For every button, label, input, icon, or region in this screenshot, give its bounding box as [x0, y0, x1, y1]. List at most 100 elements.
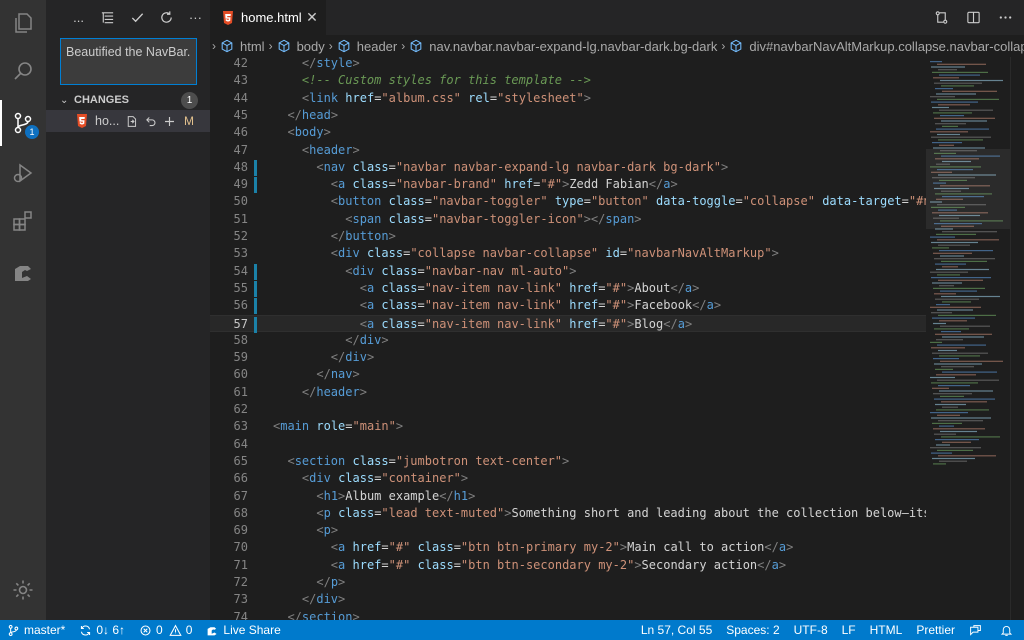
code-line[interactable]: 43 <!-- Custom styles for this template … — [210, 72, 926, 89]
code-line[interactable]: 62 — [210, 401, 926, 418]
problems-indicator[interactable]: 0 0 — [132, 620, 199, 640]
breadcrumb-item[interactable]: nav.navbar.navbar-expand-lg.navbar-dark.… — [409, 39, 717, 54]
element-symbol-icon — [338, 39, 350, 53]
gutter-modified-marker[interactable] — [254, 280, 257, 297]
breadcrumb: › html › body › header › nav.navbar.navbar-expa… — [210, 35, 1024, 57]
code-text: <p class="lead text-muted">Something sho… — [316, 505, 926, 520]
close-tab-icon[interactable]: ✕ — [304, 9, 320, 25]
tab-home-html[interactable]: home.html ✕ — [210, 0, 326, 35]
code-line[interactable]: 61 </header> — [210, 384, 926, 401]
sync-indicator[interactable]: 0↓ 6↑ — [72, 620, 132, 640]
code-line[interactable]: 72 </p> — [210, 574, 926, 591]
view-as-tree-icon[interactable] — [93, 6, 122, 28]
breadcrumb-item[interactable]: header — [337, 39, 397, 54]
editor-tab-bar: home.html ✕ — [210, 0, 1024, 35]
code-line[interactable]: 68 <p class="lead text-muted">Something … — [210, 505, 926, 522]
code-line[interactable]: 45 </head> — [210, 107, 926, 124]
code-line[interactable]: 57 <a class="nav-item nav-link" href="#"… — [210, 314, 926, 333]
more-actions-icon[interactable] — [994, 7, 1016, 29]
code-line[interactable]: 54 <div class="navbar-nav ml-auto"> — [210, 263, 926, 280]
warning-count: 0 — [185, 623, 193, 637]
more-actions-icon[interactable]: ··· — [181, 6, 210, 28]
code-line[interactable]: 48 <nav class="navbar navbar-expand-lg n… — [210, 159, 926, 176]
stage-changes-icon[interactable] — [161, 113, 177, 129]
breadcrumb-item[interactable]: html — [220, 39, 265, 54]
source-control-icon[interactable]: 1 — [0, 100, 46, 146]
line-number: 57 — [233, 316, 248, 331]
live-share-icon[interactable] — [0, 250, 46, 296]
notifications-bell-icon[interactable] — [993, 620, 1024, 640]
encoding[interactable]: UTF-8 — [787, 620, 835, 640]
source-control-panel: ... ··· Beautified the NavBar. ⌄ CHANGES… — [46, 0, 210, 620]
end-of-line[interactable]: LF — [835, 620, 863, 640]
code-editor[interactable]: 42 </style> 43 <!-- Custom styles for thi… — [210, 57, 926, 620]
code-line[interactable]: 44 <link href="album.css" rel="styleshee… — [210, 90, 926, 107]
explorer-icon[interactable] — [0, 0, 46, 46]
language-mode[interactable]: HTML — [863, 620, 910, 640]
code-text: <main role="main"> — [273, 419, 404, 434]
run-debug-icon[interactable] — [0, 150, 46, 196]
commit-message-input[interactable]: Beautified the NavBar. — [60, 38, 197, 85]
breadcrumb-item[interactable]: div#navbarNavAltMarkup.collapse.navbar-c… — [729, 39, 1024, 54]
code-text: <button class="navbar-toggler" type="but… — [330, 194, 926, 209]
code-line[interactable]: 70 <a href="#" class="btn btn-primary my… — [210, 539, 926, 556]
changes-group-header[interactable]: ⌄ CHANGES 1 — [46, 90, 210, 110]
breadcrumb-item[interactable]: body — [277, 39, 325, 54]
code-line[interactable]: 52 </button> — [210, 228, 926, 245]
discard-changes-icon[interactable] — [142, 113, 158, 129]
vertical-scrollbar[interactable] — [1010, 57, 1024, 620]
feedback-icon[interactable] — [962, 620, 993, 640]
live-share-button[interactable]: Live Share — [199, 620, 287, 640]
commit-check-icon[interactable] — [122, 6, 151, 28]
code-line[interactable]: 65 <section class="jumbotron text-center… — [210, 453, 926, 470]
code-line[interactable]: 74 </section> — [210, 609, 926, 620]
code-line[interactable]: 71 <a href="#" class="btn btn-secondary … — [210, 557, 926, 574]
code-line[interactable]: 63 <main role="main"> — [210, 418, 926, 435]
scm-views-more[interactable]: ... — [64, 6, 93, 28]
gutter-modified-marker[interactable] — [254, 177, 257, 194]
code-line[interactable]: 46 <body> — [210, 124, 926, 141]
code-line[interactable]: 67 <h1>Album example</h1> — [210, 488, 926, 505]
code-line[interactable]: 64 — [210, 436, 926, 453]
formatter[interactable]: Prettier — [909, 620, 962, 640]
line-number: 47 — [233, 142, 248, 157]
code-line[interactable]: 59 </div> — [210, 349, 926, 366]
search-icon[interactable] — [0, 48, 46, 94]
code-line[interactable]: 47 <header> — [210, 142, 926, 159]
code-line[interactable]: 60 </nav> — [210, 366, 926, 383]
code-line[interactable]: 56 <a class="nav-item nav-link" href="#"… — [210, 297, 926, 315]
code-line[interactable]: 73 </div> — [210, 591, 926, 608]
cursor-position[interactable]: Ln 57, Col 55 — [634, 620, 719, 640]
code-line[interactable]: 53 <div class="collapse navbar-collapse"… — [210, 245, 926, 262]
split-editor-icon[interactable] — [962, 7, 984, 29]
code-line[interactable]: 42 </style> — [210, 57, 926, 72]
extensions-icon[interactable] — [0, 198, 46, 244]
gutter-modified-marker[interactable] — [254, 316, 257, 333]
code-line[interactable]: 50 <button class="navbar-toggler" type="… — [210, 193, 926, 210]
code-line[interactable]: 49 <a class="navbar-brand" href="#">Zedd… — [210, 176, 926, 194]
gutter-modified-marker[interactable] — [254, 159, 257, 176]
code-line[interactable]: 55 <a class="nav-item nav-link" href="#"… — [210, 280, 926, 297]
breadcrumb-separator: › — [401, 39, 406, 53]
gutter-modified-marker[interactable] — [254, 263, 257, 280]
line-number: 50 — [233, 194, 248, 209]
code-line[interactable]: 58 </div> — [210, 332, 926, 349]
line-number: 48 — [233, 159, 248, 174]
code-text: </style> — [301, 57, 360, 70]
indentation[interactable]: Spaces: 2 — [719, 620, 786, 640]
code-line[interactable]: 51 <span class="navbar-toggler-icon"></s… — [210, 211, 926, 228]
breadcrumb-separator: › — [212, 39, 216, 53]
open-changes-icon[interactable] — [930, 7, 952, 29]
line-number: 53 — [233, 246, 248, 261]
open-file-icon[interactable] — [123, 113, 139, 129]
refresh-icon[interactable] — [152, 6, 181, 28]
code-line[interactable]: 66 <div class="container"> — [210, 470, 926, 487]
element-symbol-icon — [410, 39, 422, 53]
changed-file-row[interactable]: ho... M — [46, 110, 210, 132]
minimap[interactable] — [926, 57, 1010, 620]
settings-gear-icon[interactable] — [11, 578, 35, 602]
gutter-modified-marker[interactable] — [254, 298, 257, 315]
branch-indicator[interactable]: master* — [0, 620, 72, 640]
line-number: 68 — [233, 505, 248, 520]
code-line[interactable]: 69 <p> — [210, 522, 926, 539]
